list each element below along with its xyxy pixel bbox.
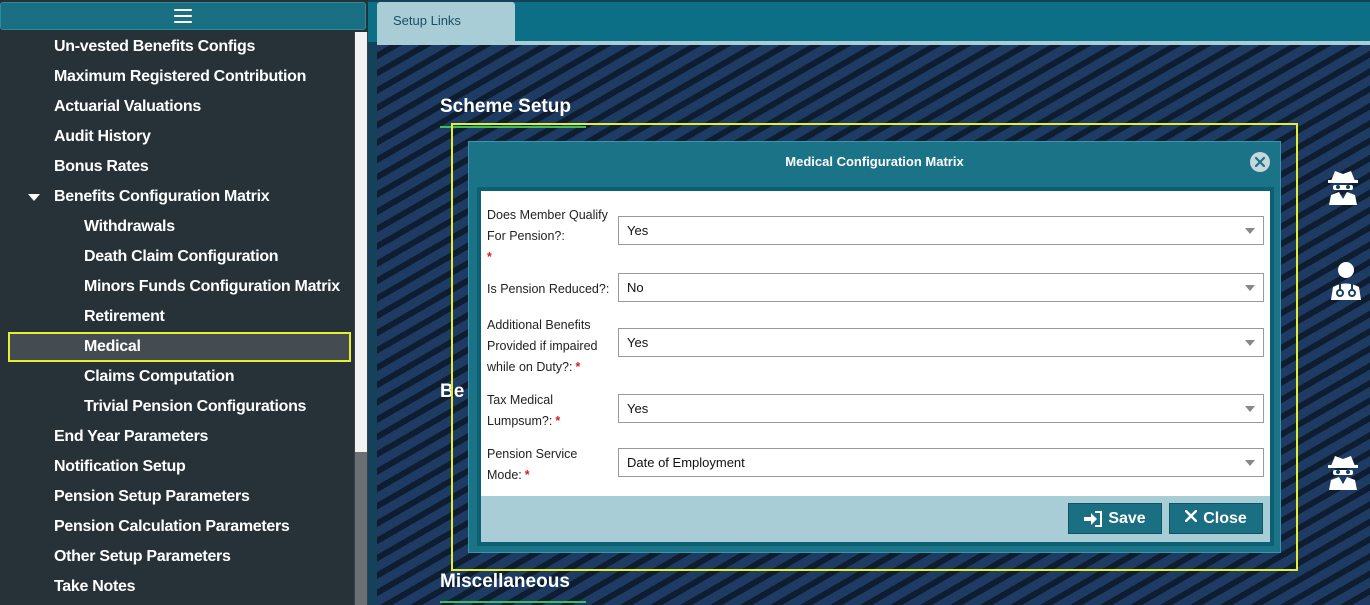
sidebar-item-pension-calculation-parameters[interactable]: Pension Calculation Parameters	[0, 512, 354, 542]
sidebar-item-other-setup-parameters[interactable]: Other Setup Parameters	[0, 542, 354, 572]
sidebar-item-take-notes[interactable]: Take Notes	[0, 572, 354, 602]
sidebar-item-benefits-configuration-matrix[interactable]: Benefits Configuration Matrix	[0, 182, 354, 212]
form-row-qualify-for-pension: Does Member Qualify For Pension?: * Yes	[487, 201, 1264, 264]
field-label-text: Tax Medical Lumpsum?:	[487, 393, 553, 428]
form-row-tax-medical-lumpsum: Tax Medical Lumpsum?: * Yes	[487, 390, 1264, 434]
sidebar-item-trivial-pension-configurations[interactable]: Trivial Pension Configurations	[0, 392, 354, 422]
sidebar-item-actuarial-valuations[interactable]: Actuarial Valuations	[0, 92, 354, 122]
save-button-label: Save	[1108, 509, 1146, 527]
section-heading-miscellaneous: Miscellaneous	[440, 571, 570, 592]
sidebar-scrollbar-lower-track	[355, 452, 367, 605]
sidebar-item-unvested-benefits-configs[interactable]: Un-vested Benefits Configs	[0, 32, 354, 62]
hamburger-icon	[174, 9, 192, 23]
field-label: Pension Service Mode: *	[487, 444, 615, 486]
close-button-label: Close	[1203, 509, 1247, 527]
spy-icon[interactable]	[1323, 165, 1363, 205]
sidebar-item-end-year-parameters[interactable]: End Year Parameters	[0, 422, 354, 452]
required-marker: *	[524, 468, 530, 482]
pension-reduced-select[interactable]: No	[618, 273, 1264, 302]
select-value: Yes	[627, 401, 649, 416]
additional-benefits-select[interactable]: Yes	[618, 328, 1264, 357]
select-value: No	[627, 280, 644, 295]
select-value: Date of Employment	[627, 455, 745, 470]
close-circle-icon[interactable]	[1250, 152, 1270, 172]
sidebar-item-notification-setup[interactable]: Notification Setup	[0, 452, 354, 482]
field-label-text: Pension Service Mode:	[487, 447, 578, 482]
close-button[interactable]: Close	[1169, 503, 1263, 534]
sidebar-item-withdrawals[interactable]: Withdrawals	[0, 212, 354, 242]
sidebar-item-retirement[interactable]: Retirement	[0, 302, 354, 332]
field-label: Is Pension Reduced?:	[487, 279, 615, 300]
chevron-down-icon	[1245, 460, 1255, 466]
caret-down-icon[interactable]	[28, 194, 40, 201]
sidebar-item-death-claim-configuration[interactable]: Death Claim Configuration	[0, 242, 354, 272]
sidebar: Un-vested Benefits Configs Maximum Regis…	[0, 0, 368, 605]
sidebar-scrollbar-thumb[interactable]	[355, 32, 367, 452]
chevron-down-icon	[1245, 285, 1255, 291]
sidebar-item-audit-history[interactable]: Audit History	[0, 122, 354, 152]
tax-medical-lumpsum-select[interactable]: Yes	[618, 394, 1264, 423]
form-row-pension-reduced: Is Pension Reduced?: No	[487, 273, 1264, 303]
sidebar-menu: Un-vested Benefits Configs Maximum Regis…	[0, 32, 354, 605]
qualify-for-pension-select[interactable]: Yes	[618, 216, 1264, 245]
pension-service-mode-select[interactable]: Date of Employment	[618, 448, 1264, 477]
doctor-icon[interactable]	[1326, 260, 1366, 300]
spy-icon[interactable]	[1323, 450, 1363, 490]
chevron-down-icon	[1245, 406, 1255, 412]
sidebar-item-label: Benefits Configuration Matrix	[54, 188, 270, 205]
sidebar-item-bonus-rates[interactable]: Bonus Rates	[0, 152, 354, 182]
required-marker: *	[555, 414, 561, 428]
menu-toggle-button[interactable]	[0, 2, 366, 30]
sign-in-icon	[1084, 510, 1103, 527]
field-label-text: Additional Benefits Provided if impaired…	[487, 318, 598, 374]
sidebar-item-medical[interactable]: Medical	[8, 332, 351, 362]
sidebar-item-maximum-registered-contribution[interactable]: Maximum Registered Contribution	[0, 62, 354, 92]
chevron-down-icon	[1245, 228, 1255, 234]
select-value: Yes	[627, 223, 649, 238]
close-x-icon	[1255, 157, 1265, 167]
tab-setup-links[interactable]: Setup Links	[377, 2, 515, 41]
form-row-pension-service-mode: Pension Service Mode: * Date of Employmen…	[487, 444, 1264, 488]
section-underline	[440, 601, 586, 603]
form-row-additional-benefits: Additional Benefits Provided if impaired…	[487, 315, 1264, 379]
field-label-text: Is Pension Reduced?:	[487, 282, 610, 296]
save-button[interactable]: Save	[1068, 503, 1162, 534]
select-value: Yes	[627, 335, 649, 350]
required-marker: *	[575, 360, 581, 374]
modal-footer: Save Close	[481, 496, 1270, 542]
close-icon	[1185, 509, 1198, 522]
field-label-text: Does Member Qualify For Pension?:	[487, 208, 608, 243]
required-marker: *	[487, 250, 492, 264]
medical-configuration-modal: Medical Configuration Matrix Does Member…	[468, 141, 1281, 553]
field-label: Does Member Qualify For Pension?: *	[487, 205, 615, 268]
sidebar-item-claims-computation[interactable]: Claims Computation	[0, 362, 354, 392]
sidebar-item-minors-funds-configuration-matrix[interactable]: Minors Funds Configuration Matrix	[0, 272, 354, 302]
modal-body: Does Member Qualify For Pension?: * Yes I…	[477, 187, 1274, 546]
field-label: Additional Benefits Provided if impaired…	[487, 315, 615, 378]
sidebar-item-pension-setup-parameters[interactable]: Pension Setup Parameters	[0, 482, 354, 512]
modal-title: Medical Configuration Matrix	[785, 154, 964, 169]
field-label: Tax Medical Lumpsum?: *	[487, 390, 615, 432]
section-heading-scheme-setup: Scheme Setup	[440, 96, 571, 117]
chevron-down-icon	[1245, 340, 1255, 346]
tab-bar	[368, 2, 1370, 42]
